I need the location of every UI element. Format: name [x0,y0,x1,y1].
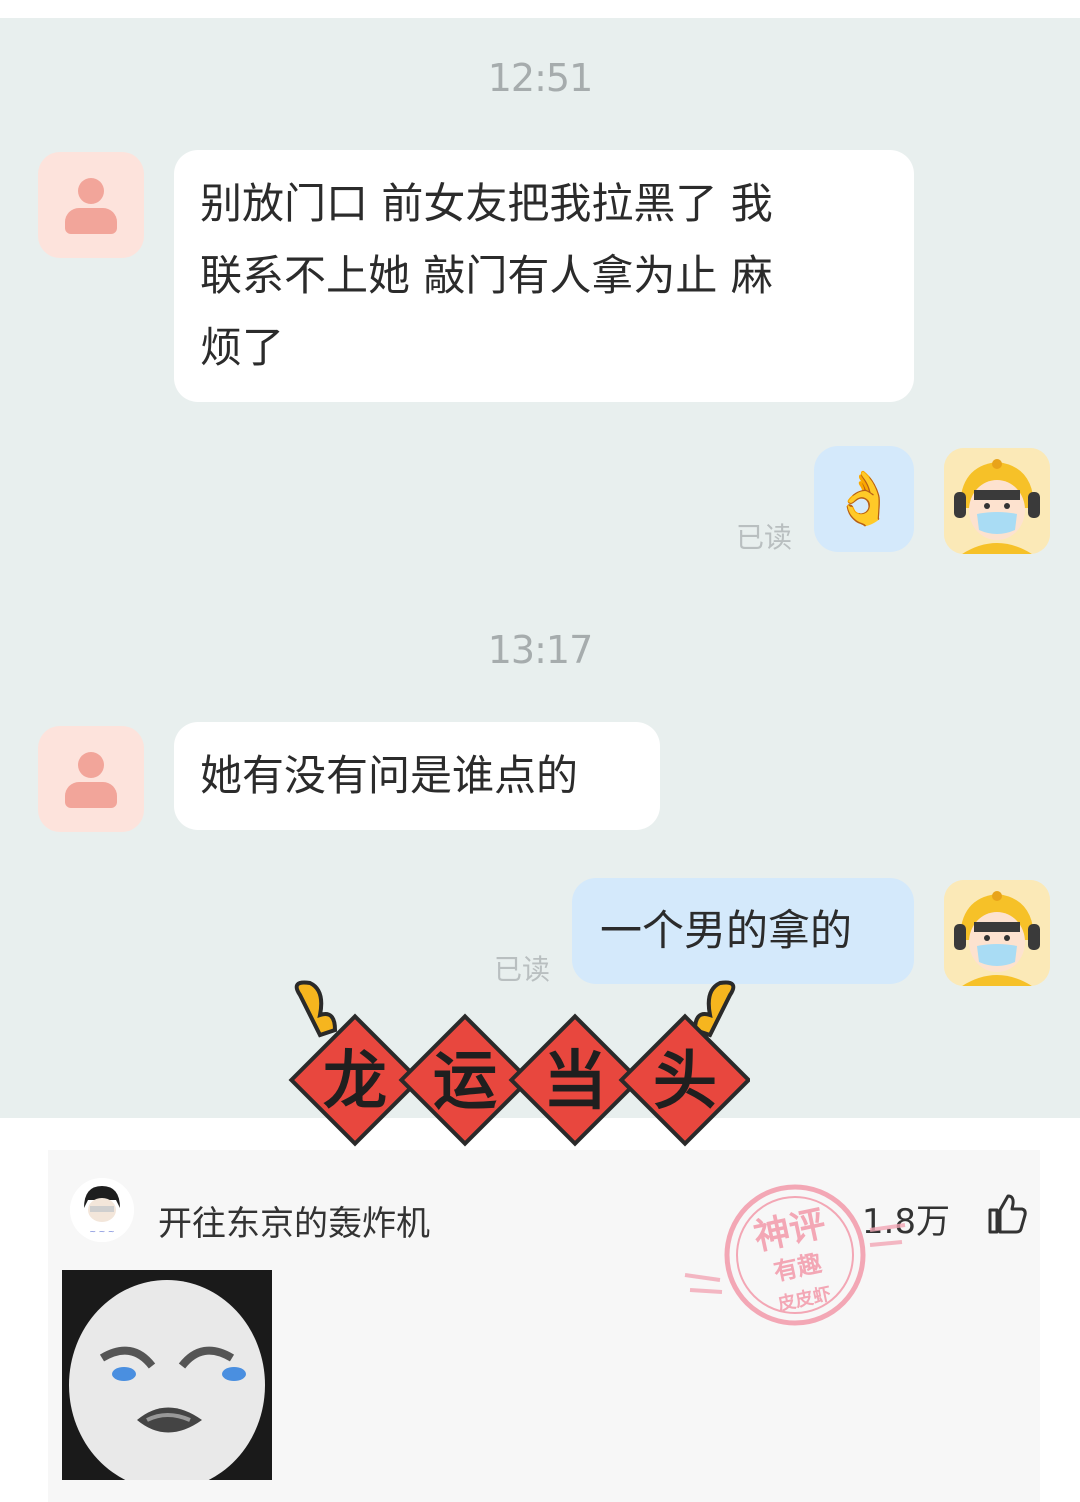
user-avatar-icon [78,752,104,778]
banner-char: 运 [433,1045,497,1119]
commenter-avatar[interactable]: ~ ~ ~ [70,1178,134,1242]
commenter-name[interactable]: 开往东京的轰炸机 [158,1196,430,1245]
message-bubble-sent[interactable]: 一个男的拿的 [572,878,914,984]
customer-avatar[interactable] [38,726,144,832]
read-receipt: 已读 [736,521,793,554]
meme-image[interactable] [62,1270,272,1490]
dragon-luck-sticker: 龙 运 当 头 [288,980,750,1147]
message-line: 联系不上她 敲门有人拿为止 麻 [200,251,773,300]
message-text: 她有没有问是谁点的 [200,751,579,800]
customer-avatar[interactable] [38,152,144,258]
delivery-rider-avatar-icon [944,880,1050,986]
svg-text:~ ~ ~: ~ ~ ~ [89,1227,114,1236]
banner-char: 龙 [323,1045,387,1119]
message-text: 一个男的拿的 [600,906,853,955]
hot-comment-stamp: 神评 有趣 皮皮虾 [684,1184,906,1326]
timestamp: 12:51 [487,56,594,100]
banner-char: 头 [653,1045,717,1119]
crying-face-meme [62,1270,272,1490]
delivery-rider-avatar-icon [944,448,1050,554]
message-bubble-received[interactable]: 别放门口 前女友把我拉黑了 我 联系不上她 敲门有人拿为止 麻 烦了 [174,150,914,402]
stamp-text: 皮皮虾 [776,1283,833,1316]
user-avatar-icon [78,178,104,204]
message-line: 烦了 [200,323,285,372]
avatar-icon: ~ ~ ~ [70,1178,134,1242]
timestamp: 13:17 [487,628,594,672]
thumbs-up-icon[interactable] [984,1192,1028,1236]
rider-avatar[interactable] [944,880,1050,986]
message-bubble-sent[interactable]: 👌 [814,446,914,552]
ok-hand-icon: 👌 [831,469,897,529]
stamp-text: 有趣 [771,1249,825,1287]
rider-avatar[interactable] [944,448,1050,554]
banner-char: 当 [543,1045,607,1119]
message-line: 别放门口 前女友把我拉黑了 我 [200,179,773,228]
message-bubble-received[interactable]: 她有没有问是谁点的 [174,722,660,830]
chat-area: 12:51 别放门口 前女友把我拉黑了 我 联系不上她 敲门有人拿为止 麻 烦了… [0,18,1080,1118]
